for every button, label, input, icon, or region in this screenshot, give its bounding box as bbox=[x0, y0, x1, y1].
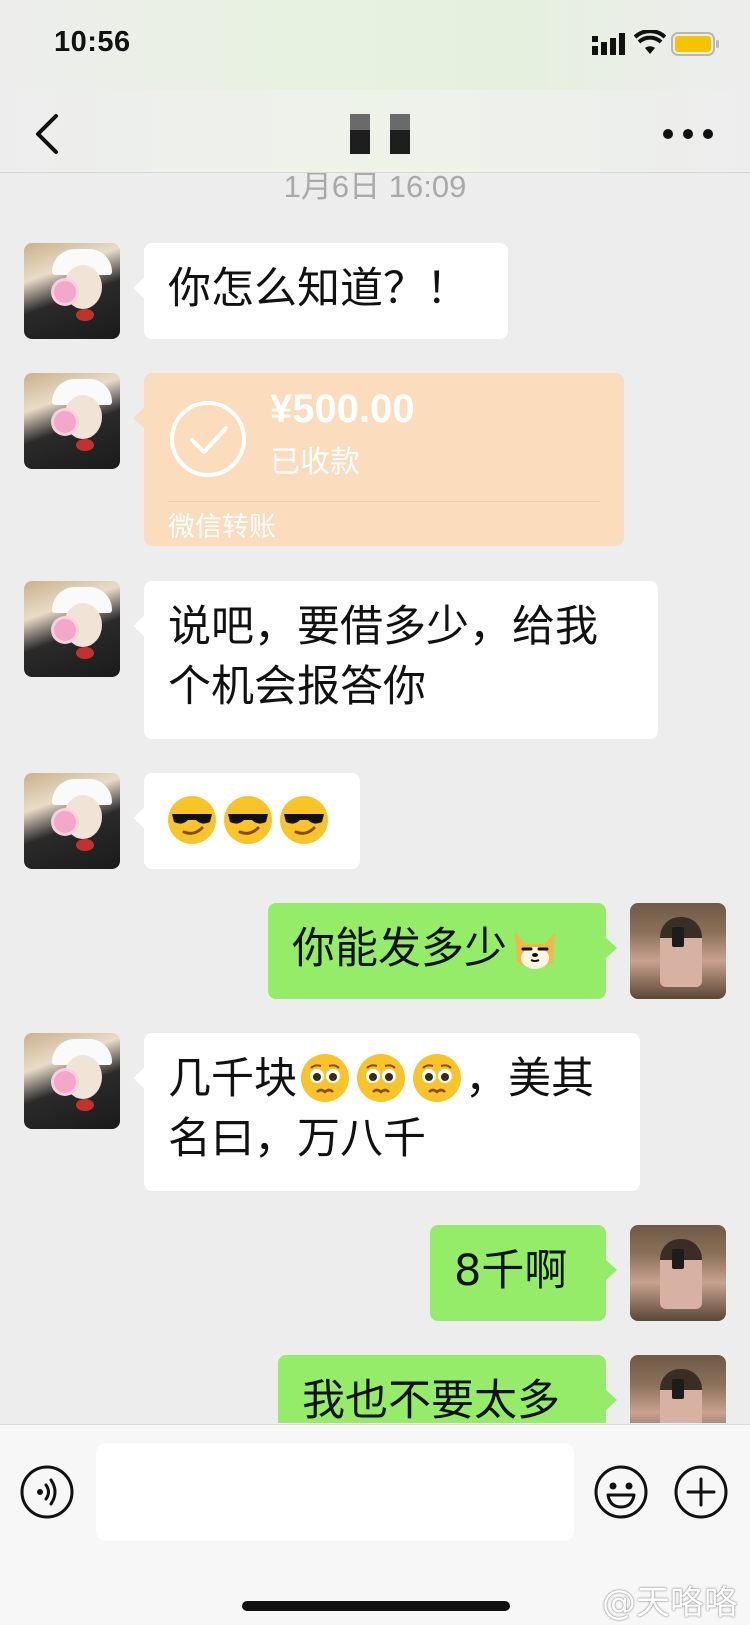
pleading-face-emoji bbox=[357, 1053, 405, 1102]
message-text: ，美其 bbox=[465, 1054, 594, 1104]
message-bubble[interactable]: 几千块 ，美其 名曰，万八千 bbox=[133, 1033, 640, 1191]
message-bubble[interactable]: 说吧，要借多少，给我 个机会报答你 bbox=[133, 581, 658, 739]
status-bar: 10:56 bbox=[0, 0, 750, 90]
message-text-line: 个机会报答你 bbox=[168, 662, 426, 712]
sunglasses-smirk-emoji bbox=[168, 795, 216, 844]
contact-avatar[interactable] bbox=[24, 581, 120, 677]
message-text: 你怎么知道？！ bbox=[168, 264, 469, 314]
transfer-card[interactable]: ¥500.00 已收款 微信转账 bbox=[133, 373, 624, 546]
transfer-divider bbox=[168, 501, 600, 502]
message-text: 8千啊 bbox=[454, 1246, 568, 1296]
contact-avatar[interactable] bbox=[24, 1033, 120, 1129]
cellular-signal-icon bbox=[592, 33, 625, 55]
status-time: 10:56 bbox=[54, 26, 131, 58]
pleading-face-emoji bbox=[301, 1053, 349, 1102]
pleading-face-emoji bbox=[413, 1053, 461, 1102]
sunglasses-smirk-emoji bbox=[224, 795, 272, 844]
transfer-status: 已收款 bbox=[270, 445, 360, 480]
my-avatar[interactable] bbox=[630, 1355, 726, 1423]
input-bar: @天咯咯 bbox=[0, 1424, 750, 1625]
contact-avatar[interactable] bbox=[24, 373, 120, 469]
sunglasses-smirk-emoji bbox=[280, 795, 328, 844]
my-avatar[interactable] bbox=[630, 903, 726, 999]
battery-icon bbox=[671, 32, 719, 56]
chat-title: ▘▘ bbox=[350, 114, 410, 154]
watermark: @天咯咯 bbox=[602, 1583, 738, 1623]
message-list[interactable]: 1月6日 16:09 你怎么知道？！ ¥500.00 已收款 微信转账 说吧，要… bbox=[0, 173, 750, 1423]
message-text: 我也不要太多 bbox=[302, 1376, 560, 1423]
more-options-icon[interactable] bbox=[660, 124, 716, 144]
message-input[interactable] bbox=[96, 1443, 574, 1541]
message-bubble[interactable]: 8千啊 bbox=[430, 1225, 617, 1321]
more-functions-plus-icon[interactable] bbox=[674, 1465, 728, 1519]
message-bubble[interactable] bbox=[133, 773, 360, 869]
message-timestamp: 1月6日 16:09 bbox=[283, 173, 467, 204]
wifi-icon bbox=[634, 30, 666, 54]
my-avatar[interactable] bbox=[630, 1225, 726, 1321]
contact-avatar[interactable] bbox=[24, 773, 120, 869]
back-chevron-icon[interactable] bbox=[28, 112, 68, 156]
message-text-line: 几千块 ，美其 bbox=[168, 1049, 616, 1109]
message-bubble[interactable]: 我也不要太多 bbox=[278, 1355, 617, 1423]
shiba-dog-emoji bbox=[515, 931, 555, 969]
message-bubble[interactable]: 你怎么知道？！ bbox=[133, 243, 508, 339]
message-text: 几千块 bbox=[168, 1054, 297, 1104]
message-text: 你能发多少 bbox=[292, 924, 507, 974]
message-text-line: 名曰，万八千 bbox=[168, 1114, 426, 1164]
home-indicator[interactable] bbox=[242, 1601, 510, 1611]
chat-header: ▘▘ bbox=[0, 90, 750, 173]
message-text-line: 说吧，要借多少，给我 bbox=[168, 602, 598, 652]
transfer-amount: ¥500.00 bbox=[270, 387, 415, 431]
contact-avatar[interactable] bbox=[24, 243, 120, 339]
emoji-picker-icon[interactable] bbox=[594, 1465, 648, 1519]
redacted-name-block bbox=[350, 114, 370, 154]
message-bubble[interactable]: 你能发多少 bbox=[268, 903, 617, 999]
transfer-label: 微信转账 bbox=[168, 512, 276, 543]
received-check-icon bbox=[170, 401, 246, 477]
voice-input-icon[interactable] bbox=[20, 1465, 74, 1519]
redacted-name-block bbox=[390, 114, 410, 154]
